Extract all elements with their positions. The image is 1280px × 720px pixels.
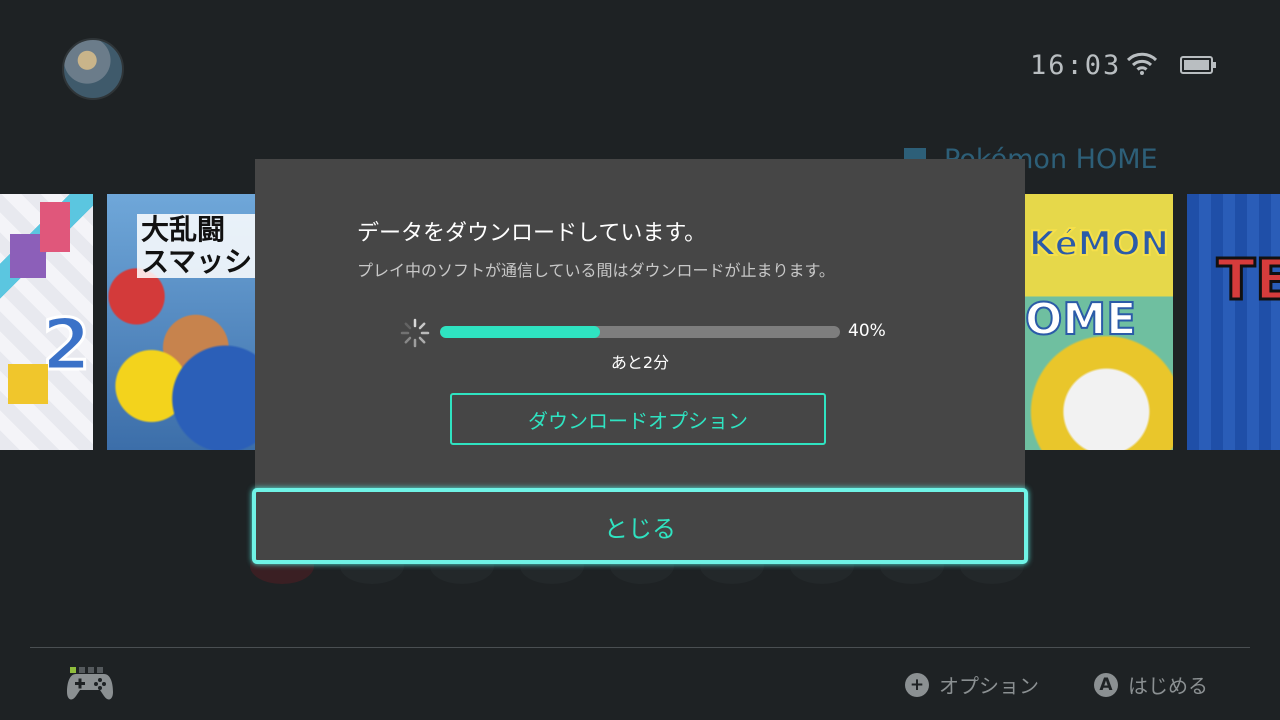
- smash-logo-text: 大乱闘 スマッシュブラ: [137, 214, 255, 278]
- a-button-icon: A: [1094, 672, 1118, 697]
- footer-divider: [30, 647, 1250, 648]
- game-tile-tetris[interactable]: TE: [1187, 194, 1280, 450]
- options-hint-label: オプション: [939, 674, 1039, 698]
- pokemon-logo-top: KéMON: [1028, 223, 1170, 265]
- tetris-logo-text: TE: [1215, 247, 1280, 315]
- download-options-button[interactable]: ダウンロードオプション: [450, 393, 826, 445]
- loading-spinner-icon: [400, 318, 430, 348]
- game-tile-pokemon-home[interactable]: KéMON OME: [1025, 194, 1173, 450]
- download-progress-fill: [440, 326, 600, 338]
- close-button[interactable]: とじる: [252, 488, 1028, 564]
- download-progress-bar: [440, 326, 840, 338]
- battery-icon: [1180, 56, 1216, 74]
- wifi-icon: [1126, 52, 1158, 75]
- clock: 16:03: [1030, 50, 1122, 81]
- dialog-subtitle: プレイ中のソフトが通信している間はダウンロードが止まります。: [357, 261, 835, 280]
- start-hint-label: はじめる: [1128, 674, 1208, 698]
- game-tile-tetris-99[interactable]: 2: [0, 194, 93, 450]
- user-avatar[interactable]: [62, 38, 124, 100]
- dialog-title: データをダウンロードしています。: [357, 221, 707, 246]
- download-percent: 40%: [848, 321, 886, 341]
- game-tile-smash-bros[interactable]: 大乱闘 スマッシュブラ: [107, 194, 255, 450]
- options-hint[interactable]: + オプション: [905, 670, 1039, 699]
- start-hint[interactable]: A はじめる: [1094, 670, 1208, 699]
- download-dialog: データをダウンロードしています。 プレイ中のソフトが通信している間はダウンロード…: [255, 159, 1025, 489]
- controller-icon: [67, 674, 113, 700]
- pokemon-logo-bottom: OME: [1025, 293, 1137, 346]
- time-remaining: あと2分: [610, 353, 670, 372]
- plus-icon: +: [905, 672, 929, 697]
